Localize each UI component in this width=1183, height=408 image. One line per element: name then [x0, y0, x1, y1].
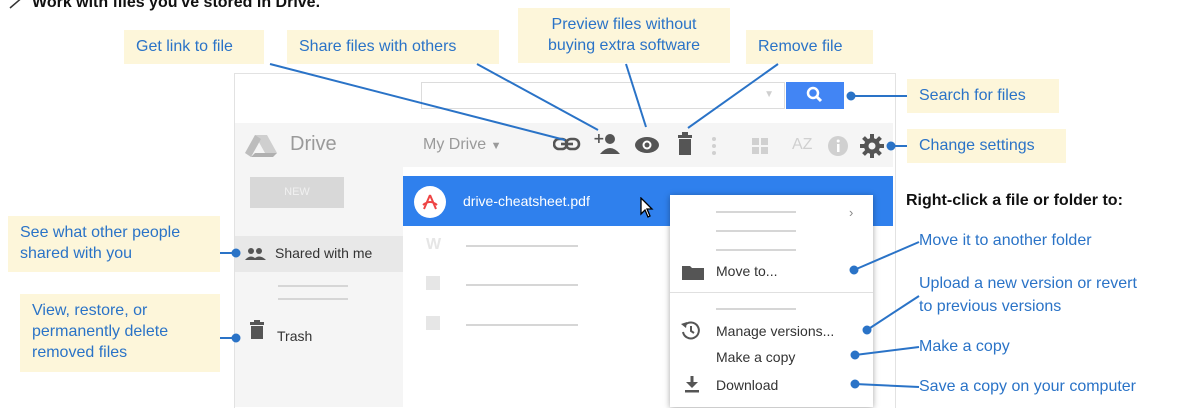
connector-get-link — [269, 63, 566, 141]
connector-preview — [625, 63, 647, 128]
connector-share — [476, 63, 599, 131]
connector-versions — [866, 295, 920, 331]
connector-lines — [220, 63, 920, 389]
connector-copy — [854, 346, 920, 356]
connector-move — [853, 241, 920, 271]
connector-remove — [687, 63, 779, 129]
connector-download — [854, 383, 920, 388]
